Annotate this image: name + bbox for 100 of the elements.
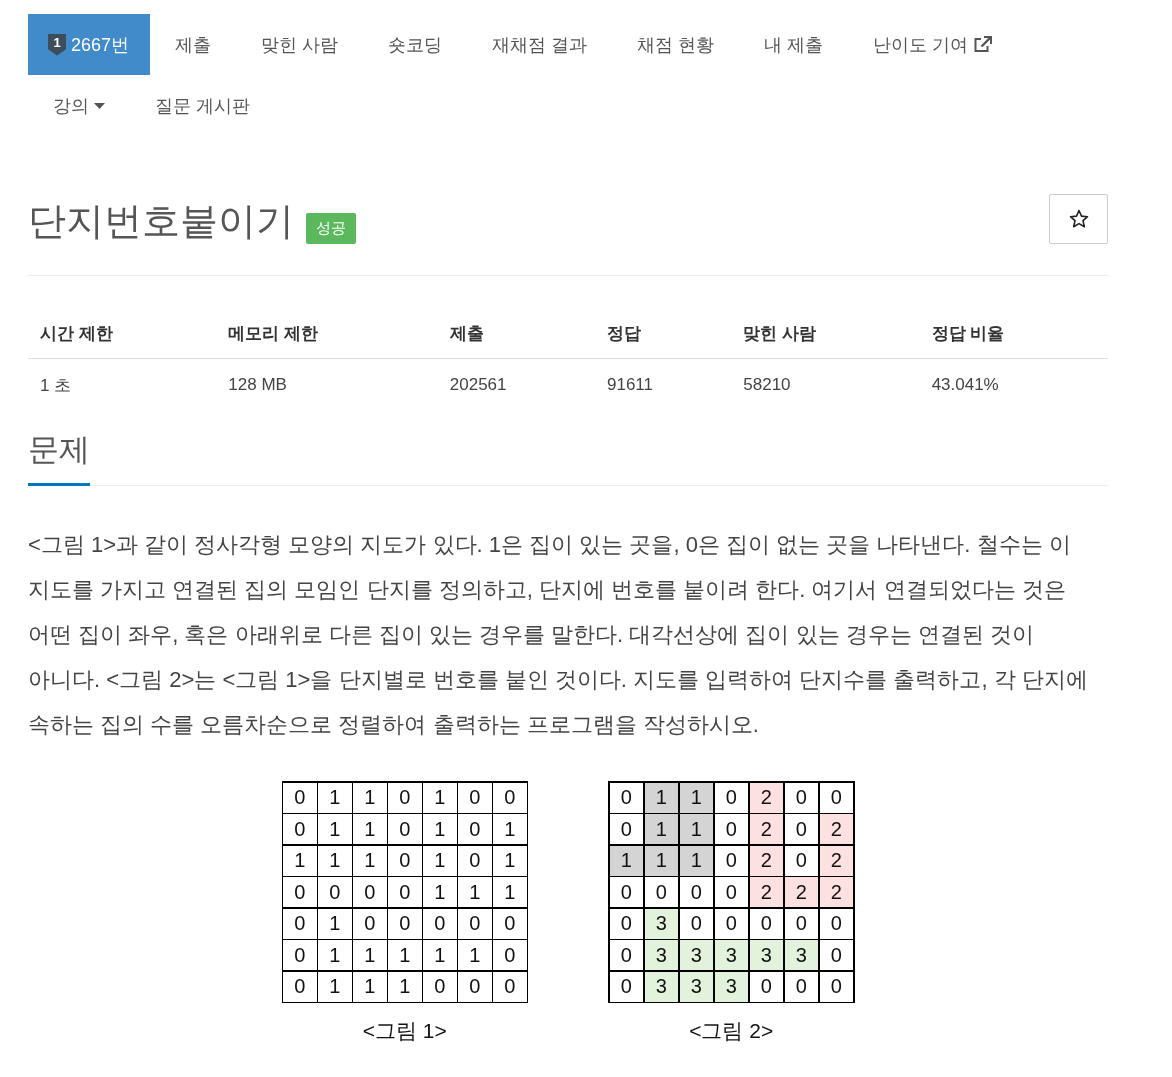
grid-cell: 0 bbox=[784, 908, 818, 939]
grid-cell: 0 bbox=[283, 782, 317, 813]
grid-cell: 1 bbox=[493, 877, 527, 907]
grid-cell: 1 bbox=[458, 877, 492, 907]
grid-cell: 3 bbox=[679, 971, 713, 1002]
grid-cell: 1 bbox=[423, 877, 457, 907]
grid-cell: 1 bbox=[423, 814, 457, 844]
grid-cell: 3 bbox=[749, 940, 783, 970]
grid-cell: 0 bbox=[388, 845, 422, 876]
table-cell: 43.041% bbox=[919, 358, 1108, 411]
table-cell: 1 초 bbox=[28, 358, 217, 411]
grid-cell: 0 bbox=[609, 940, 643, 970]
grid-cell: 1 bbox=[318, 971, 352, 1002]
grid-cell: 0 bbox=[609, 814, 643, 844]
grid-cell: 0 bbox=[283, 908, 317, 939]
grid-cell: 0 bbox=[388, 908, 422, 939]
grid-cell: 0 bbox=[353, 908, 387, 939]
grid-cell: 2 bbox=[749, 782, 783, 813]
grid-cell: 1 bbox=[318, 845, 352, 876]
grid-cell: 0 bbox=[819, 782, 853, 813]
figure-caption: <그림 1> bbox=[362, 1018, 447, 1044]
grid-cell: 0 bbox=[458, 814, 492, 844]
nav-tab[interactable]: 질문 게시판 bbox=[130, 75, 275, 136]
grid-cell: 3 bbox=[714, 971, 748, 1002]
grid-cell: 1 bbox=[353, 940, 387, 970]
grid-cell: 2 bbox=[749, 845, 783, 876]
grid-cell: 3 bbox=[784, 940, 818, 970]
grid-cell: 3 bbox=[644, 908, 678, 939]
grid-cell: 1 bbox=[644, 845, 678, 876]
grid-cell: 0 bbox=[784, 782, 818, 813]
nav-tab[interactable]: 내 제출 bbox=[739, 14, 849, 75]
favorite-button[interactable] bbox=[1049, 193, 1108, 244]
nav-tab[interactable]: 강의 bbox=[28, 75, 130, 136]
grid-cell: 1 bbox=[353, 845, 387, 876]
grid-cell: 0 bbox=[644, 877, 678, 907]
grid-cell: 1 bbox=[318, 814, 352, 844]
grid-cell: 0 bbox=[493, 908, 527, 939]
grid-cell: 2 bbox=[784, 877, 818, 907]
grid-cell: 1 bbox=[388, 940, 422, 970]
grid-cell: 0 bbox=[388, 877, 422, 907]
grid-cell: 1 bbox=[679, 814, 713, 844]
grid-cell: 1 bbox=[318, 908, 352, 939]
grid-cell: 1 bbox=[318, 940, 352, 970]
grid-cell: 0 bbox=[819, 908, 853, 939]
grid-cell: 0 bbox=[679, 908, 713, 939]
grid-cell: 2 bbox=[819, 845, 853, 876]
grid-cell: 1 bbox=[679, 782, 713, 813]
grid-cell: 0 bbox=[609, 908, 643, 939]
grid-cell: 1 bbox=[458, 940, 492, 970]
nav-tab[interactable]: 맞힌 사람 bbox=[236, 14, 364, 75]
nav-tab[interactable]: 숏코딩 bbox=[363, 14, 468, 75]
grid-cell: 1 bbox=[423, 940, 457, 970]
nav-tab[interactable]: 1 2667번 bbox=[28, 14, 151, 75]
grid-cell: 1 bbox=[353, 814, 387, 844]
grid-cell: 2 bbox=[749, 877, 783, 907]
nav-tab[interactable]: 채점 현황 bbox=[612, 14, 740, 75]
figure-caption: <그림 2> bbox=[689, 1018, 774, 1044]
table-cell: 128 MB bbox=[216, 358, 438, 411]
nav-tab[interactable]: 제출 bbox=[150, 14, 237, 75]
grid-cell: 1 bbox=[353, 971, 387, 1002]
grid-cell: 0 bbox=[714, 782, 748, 813]
grid-cell: 0 bbox=[784, 814, 818, 844]
grid-cell: 2 bbox=[749, 814, 783, 844]
grid-cell: 0 bbox=[423, 971, 457, 1002]
grid-cell: 0 bbox=[714, 845, 748, 876]
grid-cell: 0 bbox=[493, 940, 527, 970]
grid-cell: 3 bbox=[714, 940, 748, 970]
grid-cell: 0 bbox=[458, 908, 492, 939]
column-header: 정답 비율 bbox=[919, 308, 1108, 359]
grid-cell: 2 bbox=[819, 877, 853, 907]
grid-cell: 0 bbox=[388, 782, 422, 813]
grid-cell: 0 bbox=[784, 971, 818, 1002]
grid-cell: 0 bbox=[423, 908, 457, 939]
grid-cell: 1 bbox=[388, 971, 422, 1002]
grid-cell: 1 bbox=[493, 814, 527, 844]
grid-cell: 0 bbox=[493, 782, 527, 813]
grid-cell: 0 bbox=[679, 877, 713, 907]
grid-cell: 0 bbox=[714, 908, 748, 939]
grid-cell: 0 bbox=[784, 845, 818, 876]
status-label: 성공 bbox=[306, 213, 356, 244]
grid-cell: 3 bbox=[644, 971, 678, 1002]
tier-badge: 1 bbox=[48, 33, 66, 56]
grid-cell: 2 bbox=[819, 814, 853, 844]
grid-cell: 1 bbox=[423, 782, 457, 813]
table-cell: 91611 bbox=[594, 358, 732, 411]
grid-cell: 1 bbox=[644, 814, 678, 844]
grid-cell: 1 bbox=[423, 845, 457, 876]
external-link-icon bbox=[973, 36, 993, 53]
problem-description: <그림 1>과 같이 정사각형 모양의 지도가 있다. 1은 집이 있는 곳을, 0은 집이 없는 곳을 나타낸다. 철수는 이 지도를 가지고 연결된 집의 모임인 단지를 정의하고, 단지에 번호를 붙이려 한다. 여기서 연결되었다는 것은 어떤 집이 좌우, 혹은 아래위로 다른 집이 있는 경우를 말한다. 대각선상에 집이 있는 경우는 연결된 것이 아니다. <그림 2>는 <그림 1>을 단지별로 번호를 붙인 것이다. 지도를 입력하여 단지수를 출력하고, 각 단지에 속하는 집의 수를 오름차순으로 정렬하여 출력하는 프로그램을 작성하시오. bbox=[28, 531, 1089, 739]
grid-cell: 3 bbox=[644, 940, 678, 970]
nav-tab[interactable]: 난이도 기여 bbox=[848, 14, 1018, 75]
grid-cell: 0 bbox=[714, 814, 748, 844]
column-header: 제출 bbox=[437, 308, 595, 359]
grid-cell: 3 bbox=[679, 940, 713, 970]
grid-cell: 0 bbox=[714, 877, 748, 907]
grid-cell: 0 bbox=[493, 971, 527, 1002]
grid-cell: 0 bbox=[283, 814, 317, 844]
nav-tab[interactable]: 재채점 결과 bbox=[467, 14, 613, 75]
grid-cell: 0 bbox=[283, 940, 317, 970]
grid-cell: 1 bbox=[644, 782, 678, 813]
